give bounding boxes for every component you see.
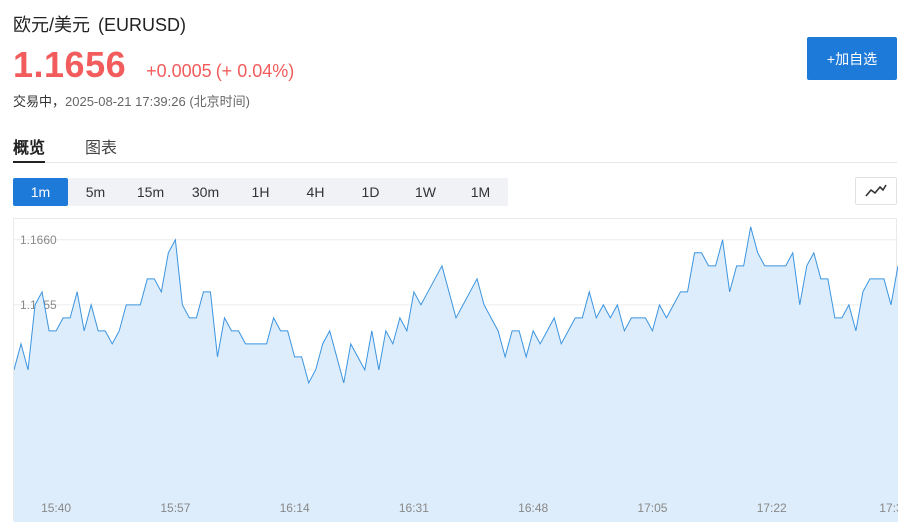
x-tick-label: 17:05 [637, 501, 667, 515]
tab-chart[interactable]: 图表 [85, 134, 117, 163]
instrument-symbol: (EURUSD) [98, 15, 187, 35]
tab-bar: 概览 图表 [13, 128, 897, 163]
interval-1h[interactable]: 1H [233, 178, 288, 206]
instrument-name: 欧元/美元 [13, 15, 91, 35]
x-tick-label: 17:22 [757, 501, 787, 515]
add-to-watchlist-button[interactable]: +加自选 [807, 37, 897, 80]
price-row: 1.1656 +0.0005 (+ 0.04%) [13, 44, 294, 86]
instrument-title: 欧元/美元 (EURUSD) [13, 11, 186, 37]
timestamp: 2025-08-21 17:39:26 (北京时间) [65, 94, 250, 109]
interval-1m[interactable]: 1m [13, 178, 68, 206]
y-tick-label: 1.1660 [20, 233, 57, 247]
x-tick-label: 16:14 [280, 501, 310, 515]
chart-type-button[interactable] [855, 177, 897, 205]
interval-15m[interactable]: 15m [123, 178, 178, 206]
interval-1w[interactable]: 1W [398, 178, 453, 206]
price-chart[interactable]: 1.16601.16551.16501.16451.164015:4015:57… [13, 218, 898, 522]
tab-overview[interactable]: 概览 [13, 134, 46, 163]
price-area [14, 226, 898, 522]
interval-1mo[interactable]: 1M [453, 178, 508, 206]
trading-status: 交易中，2025-08-21 17:39:26 (北京时间) [13, 91, 250, 110]
x-tick-label: 16:31 [399, 501, 429, 515]
x-tick-label: 15:57 [160, 501, 190, 515]
x-tick-label: 17:3 [879, 501, 898, 515]
interval-1d[interactable]: 1D [343, 178, 398, 206]
last-price: 1.1656 [13, 44, 127, 85]
price-chart-svg: 1.16601.16551.16501.16451.164015:4015:57… [14, 226, 898, 522]
price-change-percent: (+ 0.04%) [215, 61, 295, 81]
price-change: +0.0005 [146, 61, 212, 81]
interval-5m[interactable]: 5m [68, 178, 123, 206]
interval-4h[interactable]: 4H [288, 178, 343, 206]
interval-30m[interactable]: 30m [178, 178, 233, 206]
status-text: 交易中， [13, 94, 66, 109]
interval-selector: 1m 5m 15m 30m 1H 4H 1D 1W 1M [13, 178, 508, 206]
x-tick-label: 15:40 [41, 501, 71, 515]
line-chart-icon [865, 184, 887, 197]
x-tick-label: 16:48 [518, 501, 548, 515]
